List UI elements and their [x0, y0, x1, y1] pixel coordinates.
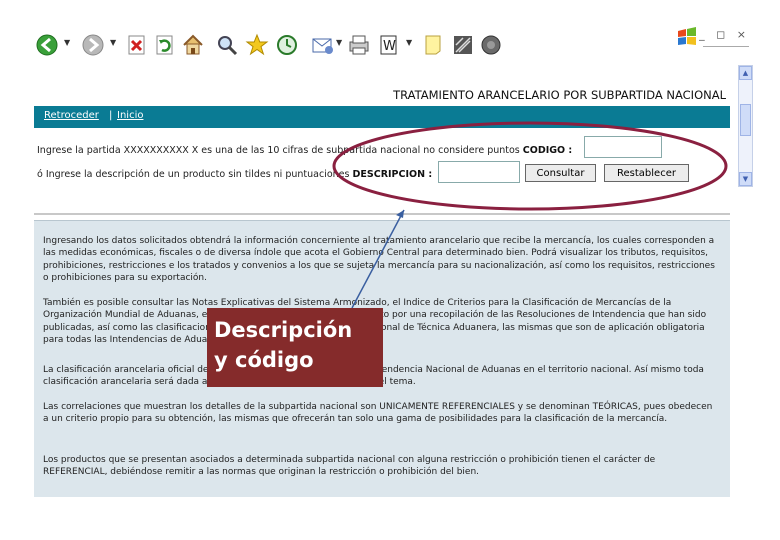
callout-line-1: Descripción [214, 318, 353, 342]
callout-line-2: y código [214, 348, 314, 372]
highlight-ellipse [332, 121, 728, 211]
annotation-overlay [332, 121, 728, 309]
callout-box: Descripción y código [207, 308, 383, 387]
pointer-arrow [351, 209, 405, 309]
